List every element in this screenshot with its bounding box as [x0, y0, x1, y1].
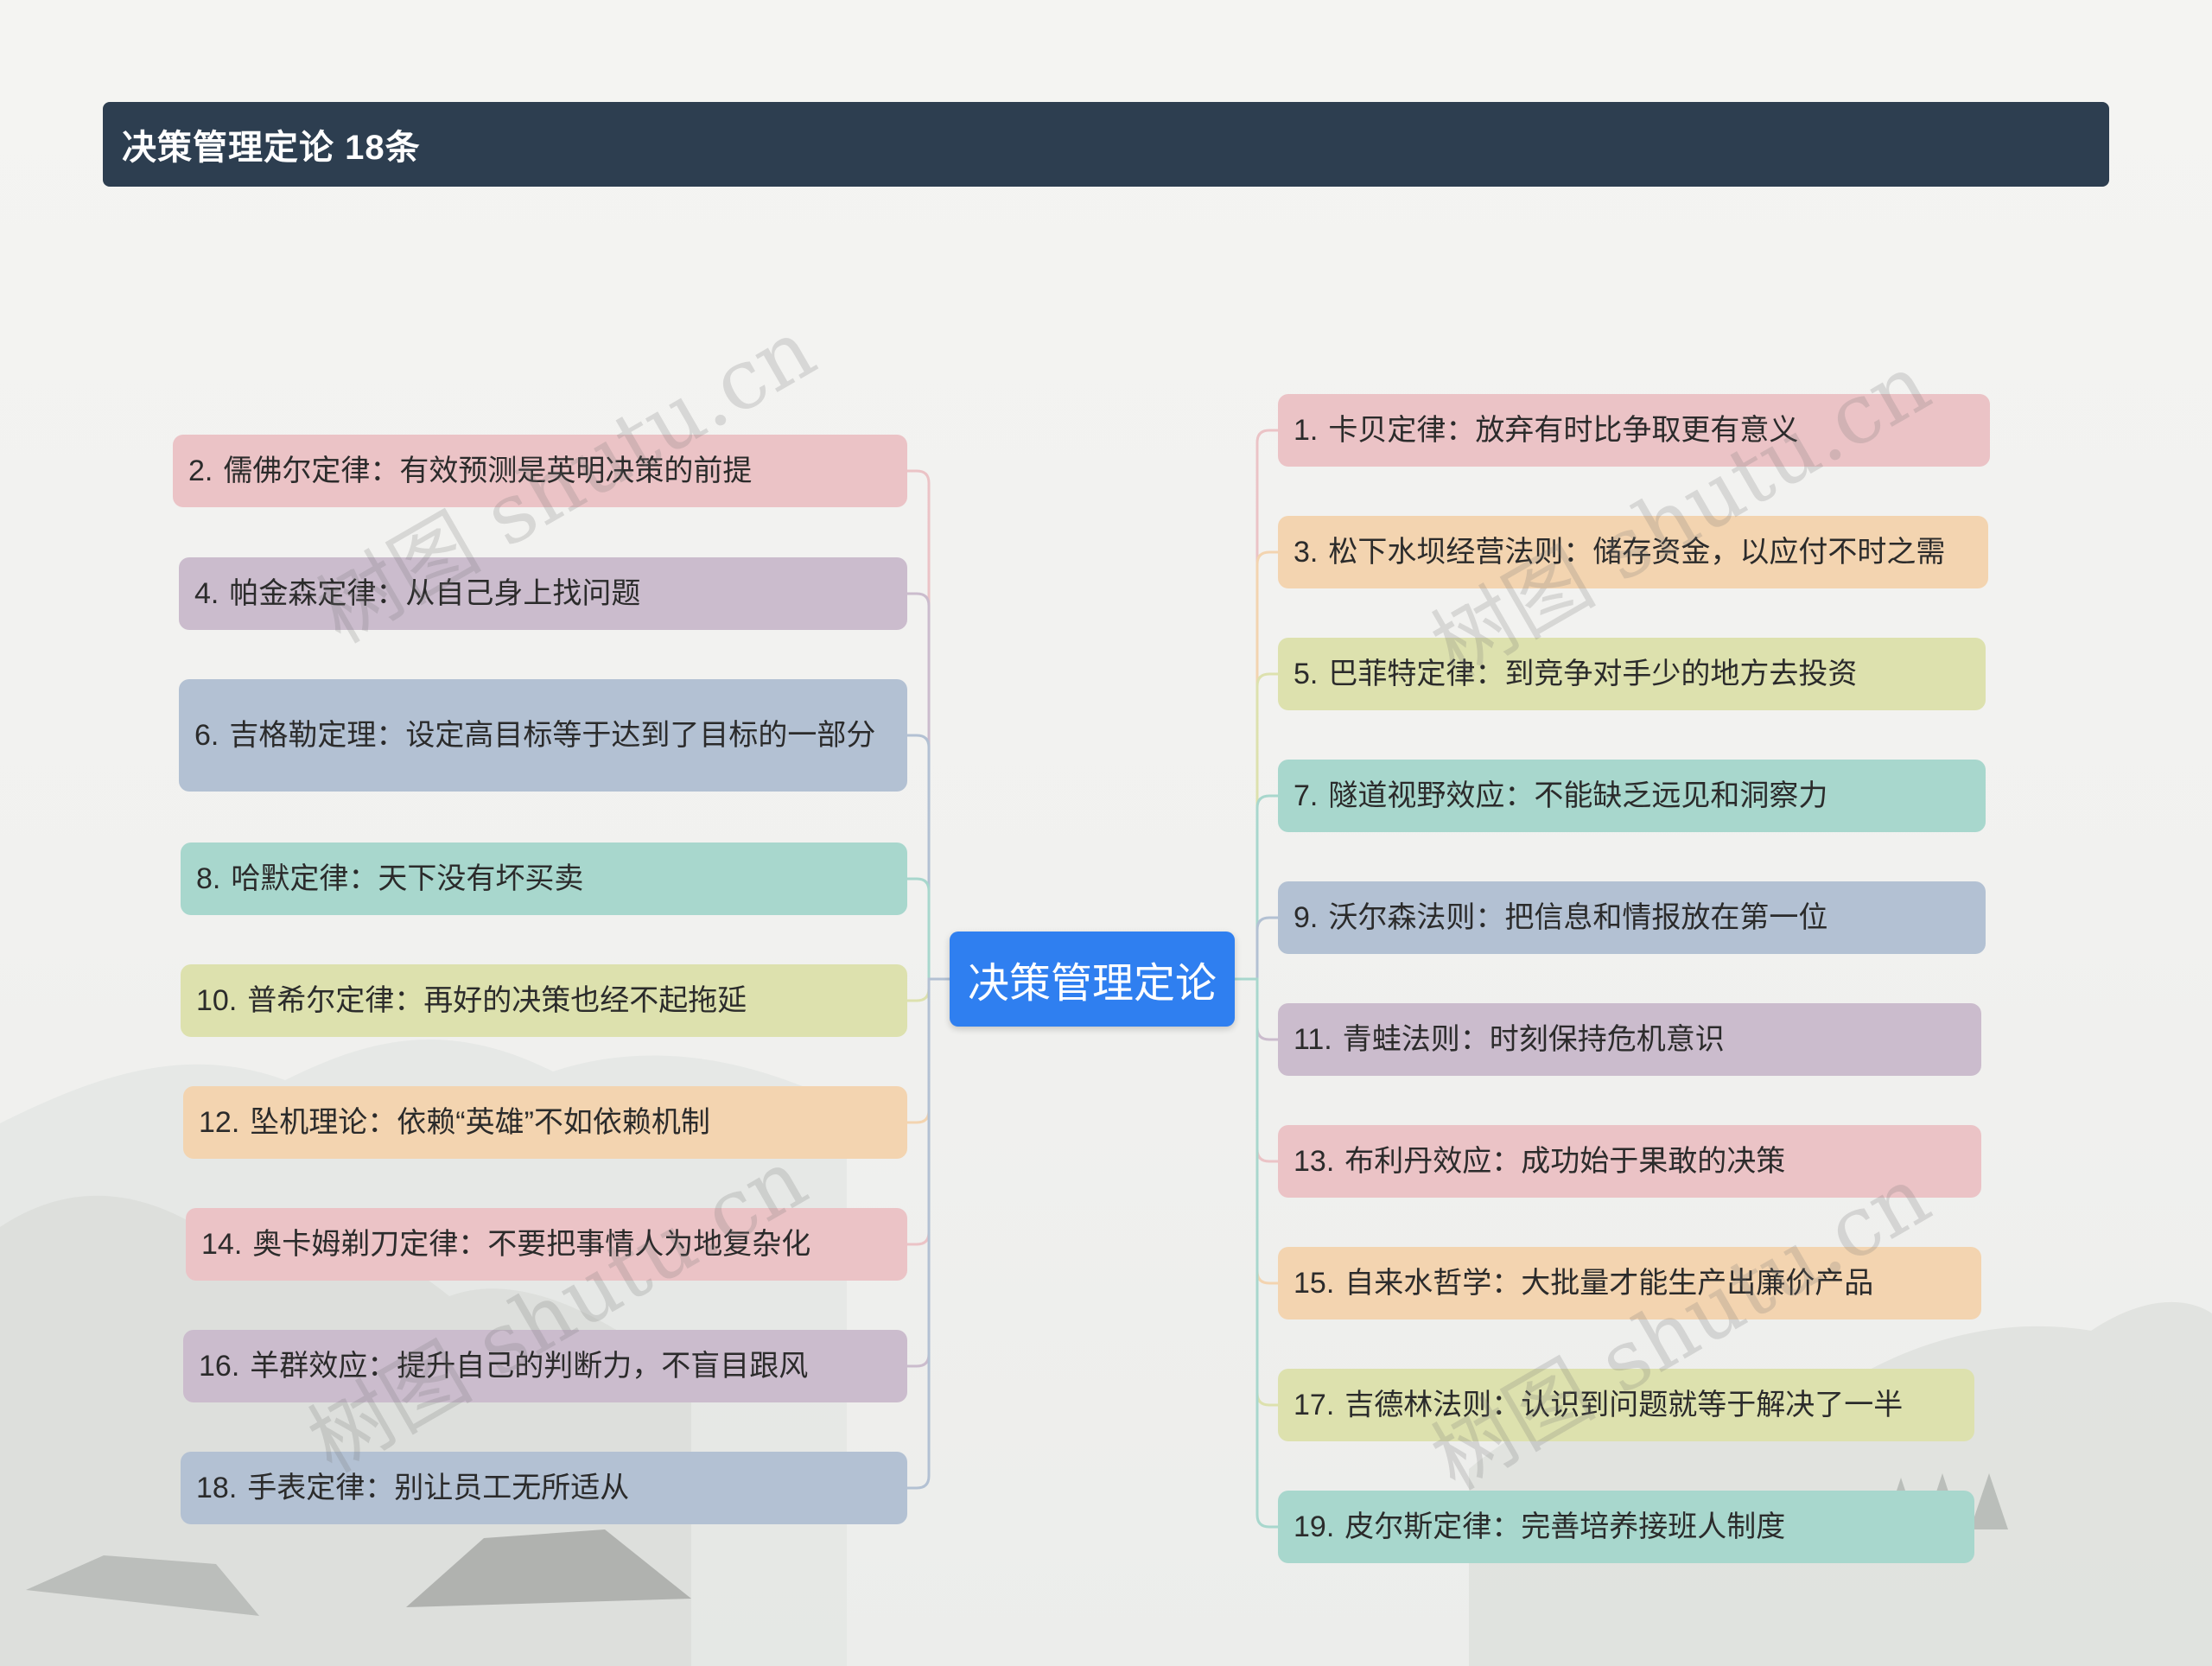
node-text: 卡贝定律：放弃有时比争取更有意义: [1328, 414, 1799, 447]
right-connector-10: [1233, 977, 1280, 1529]
node-number: 8.: [196, 862, 221, 895]
left-node-5[interactable]: 10. 普希尔定律：再好的决策也经不起拖延: [181, 964, 907, 1037]
right-node-3[interactable]: 5. 巴菲特定律：到竞争对手少的地方去投资: [1278, 638, 1986, 710]
node-number: 19.: [1294, 1510, 1335, 1543]
left-connector-4: [906, 877, 951, 981]
node-text: 儒佛尔定律：有效预测是英明决策的前提: [223, 455, 753, 487]
node-number: 14.: [201, 1228, 243, 1261]
node-text: 吉德林法则：认识到问题就等于解决了一半: [1344, 1389, 1904, 1421]
node-text: 羊群效应：提升自己的判断力，不盲目跟风: [250, 1350, 809, 1383]
left-connector-9: [906, 977, 951, 1490]
node-text: 坠机理论：依赖“英雄”不如依赖机制: [250, 1106, 710, 1139]
node-number: 2.: [188, 455, 213, 487]
left-node-6[interactable]: 12. 坠机理论：依赖“英雄”不如依赖机制: [183, 1086, 907, 1159]
node-number: 3.: [1294, 536, 1319, 569]
root-node[interactable]: 决策管理定论: [950, 932, 1235, 1027]
right-node-6[interactable]: 11. 青蛙法则：时刻保持危机意识: [1278, 1003, 1981, 1076]
node-text: 奥卡姆剃刀定律：不要把事情人为地复杂化: [252, 1228, 811, 1261]
node-number: 10.: [196, 984, 238, 1017]
right-node-2[interactable]: 3. 松下水坝经营法则：储存资金，以应付不时之需: [1278, 516, 1988, 588]
node-number: 13.: [1294, 1145, 1335, 1178]
node-text: 手表定律：别让员工无所适从: [247, 1472, 630, 1504]
right-node-10[interactable]: 19. 皮尔斯定律：完善培养接班人制度: [1278, 1491, 1974, 1563]
node-text: 沃尔森法则：把信息和情报放在第一位: [1328, 901, 1828, 934]
right-node-9[interactable]: 17. 吉德林法则：认识到问题就等于解决了一半: [1278, 1369, 1974, 1441]
left-node-2[interactable]: 4. 帕金森定律：从自己身上找问题: [179, 557, 907, 630]
page-title: 决策管理定论 18条: [122, 129, 421, 167]
node-text: 皮尔斯定律：完善培养接班人制度: [1344, 1510, 1786, 1543]
node-text: 自来水哲学：大批量才能生产出廉价产品: [1344, 1267, 1874, 1300]
node-number: 1.: [1294, 414, 1319, 447]
node-text: 布利丹效应：成功始于果敢的决策: [1344, 1145, 1786, 1178]
node-number: 11.: [1294, 1023, 1332, 1056]
node-text: 青蛙法则：时刻保持危机意识: [1342, 1023, 1725, 1056]
node-number: 18.: [196, 1472, 238, 1504]
node-text: 帕金森定律：从自己身上找问题: [229, 577, 641, 610]
node-text: 松下水坝经营法则：储存资金，以应付不时之需: [1328, 536, 1946, 569]
node-number: 9.: [1294, 901, 1319, 934]
right-node-5[interactable]: 9. 沃尔森法则：把信息和情报放在第一位: [1278, 881, 1986, 954]
left-node-9[interactable]: 18. 手表定律：别让员工无所适从: [181, 1452, 907, 1524]
node-number: 17.: [1294, 1389, 1335, 1421]
node-number: 5.: [1294, 658, 1319, 690]
right-node-8[interactable]: 15. 自来水哲学：大批量才能生产出廉价产品: [1278, 1247, 1981, 1319]
node-text: 巴菲特定律：到竞争对手少的地方去投资: [1328, 658, 1858, 690]
left-node-7[interactable]: 14. 奥卡姆剃刀定律：不要把事情人为地复杂化: [186, 1208, 907, 1281]
node-text: 普希尔定律：再好的决策也经不起拖延: [247, 984, 747, 1017]
node-number: 6.: [194, 719, 219, 752]
right-node-7[interactable]: 13. 布利丹效应：成功始于果敢的决策: [1278, 1125, 1981, 1198]
right-connector-5: [1233, 916, 1280, 981]
header-bar: 决策管理定论 18条: [103, 102, 2109, 187]
node-number: 15.: [1294, 1267, 1335, 1300]
right-node-1[interactable]: 1. 卡贝定律：放弃有时比争取更有意义: [1278, 394, 1990, 467]
node-text: 哈默定律：天下没有坏买卖: [231, 862, 584, 895]
node-number: 7.: [1294, 779, 1319, 812]
left-node-3[interactable]: 6. 吉格勒定理：设定高目标等于达到了目标的一部分: [179, 679, 907, 792]
node-number: 4.: [194, 577, 219, 610]
node-number: 12.: [199, 1106, 240, 1139]
node-number: 16.: [199, 1350, 240, 1383]
right-node-4[interactable]: 7. 隧道视野效应：不能缺乏远见和洞察力: [1278, 760, 1986, 832]
node-text: 吉格勒定理：设定高目标等于达到了目标的一部分: [229, 719, 876, 752]
left-node-8[interactable]: 16. 羊群效应：提升自己的判断力，不盲目跟风: [183, 1330, 907, 1402]
left-node-4[interactable]: 8. 哈默定律：天下没有坏买卖: [181, 843, 907, 915]
left-node-1[interactable]: 2. 儒佛尔定律：有效预测是英明决策的前提: [173, 435, 907, 507]
node-text: 隧道视野效应：不能缺乏远见和洞察力: [1328, 779, 1828, 812]
